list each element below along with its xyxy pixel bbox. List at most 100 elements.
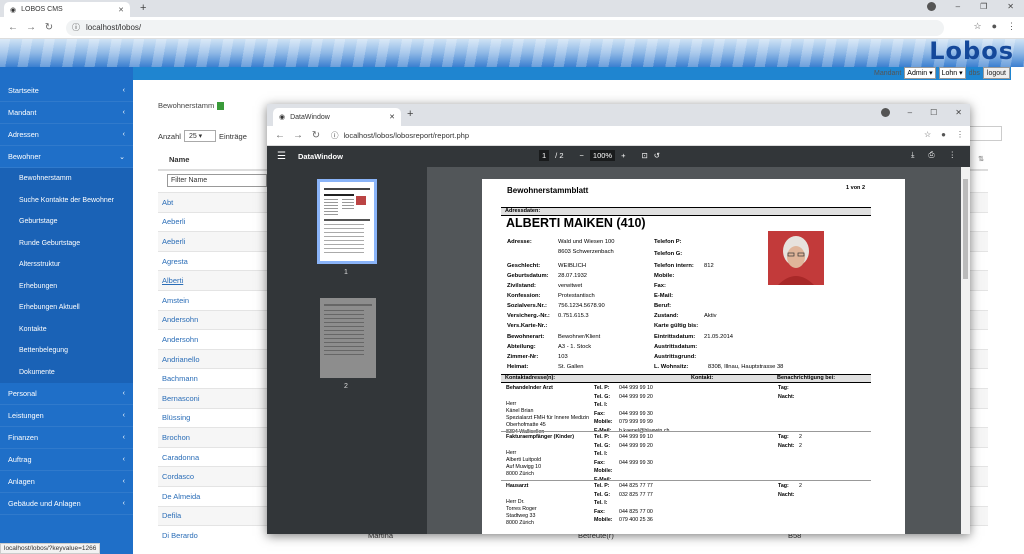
notif-value: 2 (799, 442, 802, 449)
page-number-input[interactable]: 1 (539, 150, 550, 161)
excel-export-icon[interactable] (217, 102, 225, 111)
resident-name-link[interactable]: Amstein (162, 296, 189, 305)
sidebar-subitem[interactable]: Altersstruktur (0, 254, 133, 276)
close-window-icon[interactable]: ✕ (1007, 2, 1014, 11)
resident-name-link[interactable]: Bachmann (162, 374, 198, 383)
sidebar-item[interactable]: Finanzen ‹ (0, 427, 133, 449)
forward-icon[interactable]: → (289, 130, 307, 141)
sidebar-item[interactable]: Adressen ‹ (0, 124, 133, 146)
contact-field-value: 044 825 77 00 (619, 508, 653, 515)
back-icon[interactable]: ← (271, 130, 289, 141)
doc-value: Protestantisch (558, 293, 595, 299)
url-field[interactable]: ⓘ localhost/lobos/ (66, 19, 944, 36)
sort-icon[interactable]: ⇅ (978, 155, 984, 163)
sidebar-item[interactable]: Bewohner ⌄ (0, 146, 133, 168)
new-tab-icon[interactable]: + (407, 108, 413, 120)
thumbnail-page-2[interactable] (320, 298, 376, 378)
close-window-icon[interactable]: ✕ (955, 108, 962, 117)
resident-name-link[interactable]: Aeberli (162, 237, 185, 246)
sidebar-subitem[interactable]: Bettenbelegung (0, 340, 133, 362)
star-icon[interactable]: ☆ (973, 21, 981, 32)
mandant-label: Mandant (874, 69, 902, 77)
reload-icon[interactable]: ↻ (40, 22, 58, 33)
close-tab-icon[interactable]: ✕ (389, 113, 395, 121)
lobos-logo: Lobos (929, 39, 1014, 65)
sidebar-subitem[interactable]: Bewohnerstamm (0, 168, 133, 190)
zoom-out-icon[interactable]: − (580, 151, 584, 160)
logout-button[interactable]: logout (982, 67, 1010, 79)
sidebar-subitem[interactable]: Erhebungen (0, 275, 133, 297)
minimize-icon[interactable]: – (908, 108, 912, 117)
profile-dot-icon[interactable] (880, 108, 890, 117)
account-icon[interactable]: ● (941, 130, 946, 139)
sidebar-item[interactable]: Leistungen ‹ (0, 405, 133, 427)
pdf-scrollbar[interactable] (961, 167, 970, 534)
filter-name-input[interactable]: Filter Name (167, 174, 267, 187)
sidebar-item[interactable]: Anlagen ‹ (0, 471, 133, 493)
sidebar-subitem[interactable]: Erhebungen Aktuell (0, 297, 133, 319)
zoom-level[interactable]: 100% (589, 150, 616, 161)
close-tab-icon[interactable]: ✕ (118, 6, 124, 14)
contact-field-label: Tel. I: (594, 402, 608, 408)
resident-name-link[interactable]: Andersohn (162, 315, 198, 324)
resident-name-link[interactable]: Cordasco (162, 472, 194, 481)
zoom-in-icon[interactable]: + (621, 151, 625, 160)
sidebar-subitem[interactable]: Runde Geburtstage (0, 232, 133, 254)
lohn-select[interactable]: Lohn ▾ (938, 67, 966, 79)
download-icon[interactable]: ⤓ (911, 150, 914, 160)
print-icon[interactable]: ⎙ (929, 150, 935, 160)
sidebar-item[interactable]: Gebäude und Anlagen ‹ (0, 493, 133, 515)
menu-icon[interactable]: ⋮ (956, 130, 964, 139)
more-icon[interactable]: ⋮ (949, 150, 957, 160)
sidebar-item[interactable]: Auftrag ‹ (0, 449, 133, 471)
doc-section-address: Adressdaten: (501, 207, 871, 216)
fit-page-icon[interactable]: ⊡ (641, 151, 647, 160)
sidebar-subitem[interactable]: Suche Kontakte der Bewohner (0, 189, 133, 211)
star-icon[interactable]: ☆ (924, 130, 931, 139)
forward-icon[interactable]: → (22, 22, 40, 33)
resident-name-link[interactable]: Brochon (162, 433, 190, 442)
resident-name-link[interactable]: Aeberli (162, 217, 185, 226)
sidebar-subitem[interactable]: Kontakte (0, 318, 133, 340)
account-icon[interactable]: ● (992, 21, 997, 32)
resident-name-link[interactable]: Abt (162, 198, 173, 207)
resident-name-link[interactable]: Andersohn (162, 335, 198, 344)
new-tab-icon[interactable]: + (140, 2, 146, 14)
info-icon: ⓘ (331, 131, 339, 140)
resident-name-link[interactable]: Alberti (162, 276, 183, 285)
resident-name-link[interactable]: Bernasconi (162, 394, 200, 403)
column-name-header[interactable]: Name (169, 155, 189, 164)
thumbnail-page-1[interactable] (317, 179, 377, 264)
hamburger-icon[interactable]: ☰ (277, 151, 286, 162)
sidebar-subitem[interactable]: Dokumente (0, 361, 133, 383)
resident-name-link[interactable]: Defila (162, 511, 181, 520)
popup-tab[interactable]: ◉ DataWindow ✕ (273, 108, 401, 126)
resident-name-link[interactable]: Caradonna (162, 453, 199, 462)
resident-name-link[interactable]: Andrianello (162, 355, 200, 364)
doc-label: Adresse: (507, 239, 532, 245)
reload-icon[interactable]: ↻ (307, 130, 325, 141)
sidebar-item[interactable]: Startseite ‹ (0, 80, 133, 102)
sidebar-item[interactable]: Personal ‹ (0, 383, 133, 405)
sidebar-subitem[interactable]: Geburtstage (0, 211, 133, 233)
back-icon[interactable]: ← (4, 22, 22, 33)
browser-tab[interactable]: ◉ LOBOS CMS ✕ (4, 2, 130, 17)
mandant-select[interactable]: Admin ▾ (904, 67, 936, 79)
resident-name-link[interactable]: De Almeida (162, 492, 200, 501)
popup-url-field[interactable]: ⓘ localhost/lobos/lobosreport/report.php (331, 130, 469, 141)
maximize-icon[interactable]: ☐ (930, 108, 937, 117)
profile-dot-icon[interactable] (926, 2, 936, 11)
sidebar-item[interactable]: Mandant ‹ (0, 102, 133, 124)
resident-name-link[interactable]: Di Berardo (162, 531, 198, 540)
page-length-select[interactable]: 25 ▾ (183, 130, 216, 142)
menu-icon[interactable]: ⋮ (1007, 21, 1016, 32)
doc-label: Telefon G: (654, 251, 683, 257)
doc-value: 28.07.1932 (558, 273, 588, 279)
doc-value: 103 (558, 354, 568, 360)
rotate-icon[interactable]: ↺ (654, 151, 660, 160)
restore-icon[interactable]: ❐ (980, 2, 987, 11)
sidebar-item-label: Anlagen (8, 477, 35, 486)
minimize-icon[interactable]: – (956, 2, 960, 11)
resident-name-link[interactable]: Agresta (162, 257, 188, 266)
resident-name-link[interactable]: Blüssing (162, 413, 190, 422)
